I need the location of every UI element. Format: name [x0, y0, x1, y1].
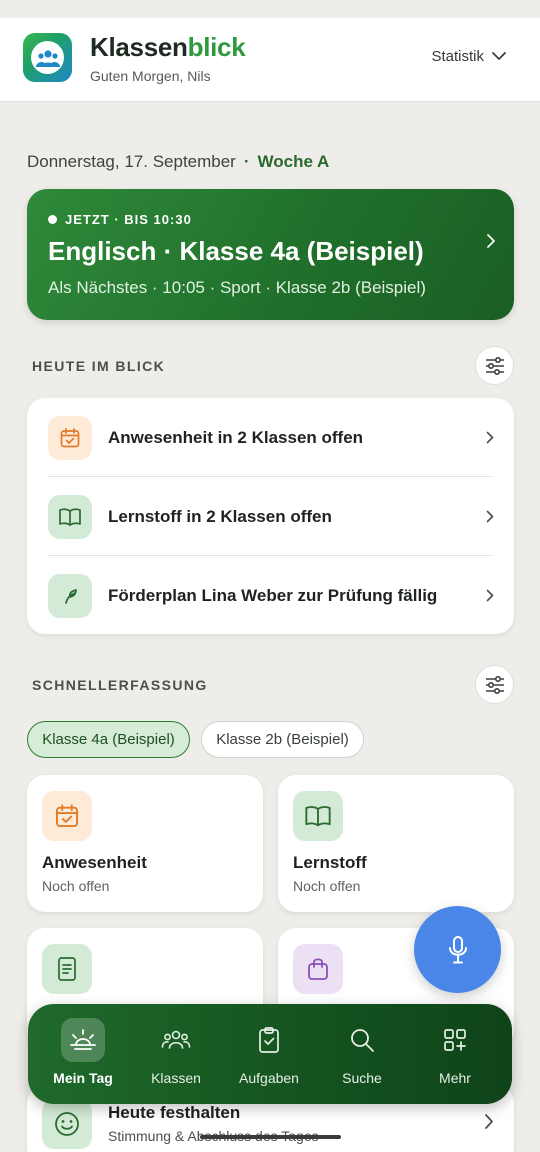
nav-klassen[interactable]: Klassen	[130, 1018, 222, 1094]
week-label: Woche A	[257, 152, 330, 171]
home-indicator[interactable]	[200, 1135, 341, 1139]
clipboard-check-icon	[247, 1018, 291, 1062]
sliders-icon	[485, 356, 504, 375]
sunrise-icon	[61, 1018, 105, 1062]
today-list: Anwesenheit in 2 Klassen offen Lernstoff…	[27, 398, 514, 634]
nav-mein-tag[interactable]: Mein Tag	[37, 1018, 129, 1094]
list-item-foerderplan[interactable]: Förderplan Lina Weber zur Prüfung fällig	[27, 556, 514, 635]
list-item-attendance[interactable]: Anwesenheit in 2 Klassen offen	[27, 398, 514, 477]
current-lesson-card[interactable]: JETZT · BIS 10:30 Englisch · Klasse 4a (…	[27, 189, 514, 320]
statistik-label: Statistik	[431, 48, 484, 65]
chevron-right-icon	[486, 589, 494, 602]
date-text: Donnerstag, 17. September	[27, 152, 236, 171]
app-header: Klassenblick Guten Morgen, Nils Statisti…	[0, 18, 540, 102]
chip-klasse-4a[interactable]: Klasse 4a (Beispiel)	[27, 721, 190, 758]
chevron-right-icon	[485, 1114, 493, 1129]
document-icon	[42, 944, 92, 994]
chevron-down-icon	[492, 52, 506, 60]
status-bar	[0, 0, 540, 18]
smiley-icon	[42, 1099, 92, 1149]
tile-lernstoff[interactable]: Lernstoff Noch offen	[278, 775, 514, 912]
chip-klasse-2b[interactable]: Klasse 2b (Beispiel)	[201, 721, 364, 758]
nav-suche[interactable]: Suche	[316, 1018, 408, 1094]
greeting-text: Guten Morgen, Nils	[90, 68, 211, 84]
nav-aufgaben[interactable]: Aufgaben	[223, 1018, 315, 1094]
live-dot-icon	[48, 215, 57, 224]
people-icon	[154, 1018, 198, 1062]
calendar-check-icon	[42, 791, 92, 841]
grid-plus-icon	[433, 1018, 477, 1062]
chevron-right-icon	[486, 431, 494, 444]
microphone-icon	[448, 935, 467, 963]
tile-status: Noch offen	[293, 878, 361, 894]
tile-title: Lernstoff	[293, 853, 367, 872]
date-separator: ·	[243, 152, 250, 171]
sprout-icon	[48, 573, 92, 618]
section-title-today: HEUTE IM BLICK	[32, 358, 166, 374]
reflect-title: Heute festhalten	[108, 1103, 241, 1122]
chevron-right-icon	[486, 510, 494, 523]
statistik-dropdown[interactable]: Statistik	[431, 48, 506, 65]
nav-mehr[interactable]: Mehr	[409, 1018, 501, 1094]
voice-input-button[interactable]	[414, 906, 501, 993]
app-title: Klassenblick	[90, 32, 246, 62]
book-icon	[48, 494, 92, 539]
tile-anwesenheit[interactable]: Anwesenheit Noch offen	[27, 775, 263, 912]
current-lesson-label: JETZT · BIS 10:30	[48, 212, 192, 227]
bag-icon	[293, 944, 343, 994]
current-lesson-title: Englisch · Klasse 4a (Beispiel)	[48, 236, 424, 266]
date-bar: Donnerstag, 17. September · Woche A	[27, 152, 329, 172]
calendar-check-icon	[48, 415, 92, 460]
book-icon	[293, 791, 343, 841]
next-lesson-text: Als Nächstes · 10:05 · Sport · Klasse 2b…	[48, 278, 426, 297]
bottom-navigation: Mein Tag Klassen Aufgaben Suche Mehr	[28, 1004, 512, 1104]
people-icon	[31, 41, 64, 74]
quick-filter-button[interactable]	[475, 665, 514, 704]
sliders-icon	[485, 675, 504, 694]
chevron-right-icon	[487, 234, 495, 248]
list-item-lernstoff[interactable]: Lernstoff in 2 Klassen offen	[27, 477, 514, 556]
today-filter-button[interactable]	[475, 346, 514, 385]
tile-status: Noch offen	[42, 878, 110, 894]
app-logo	[23, 33, 72, 82]
section-title-quick: SCHNELLERFASSUNG	[32, 677, 208, 693]
tile-title: Anwesenheit	[42, 853, 147, 872]
search-icon	[340, 1018, 384, 1062]
